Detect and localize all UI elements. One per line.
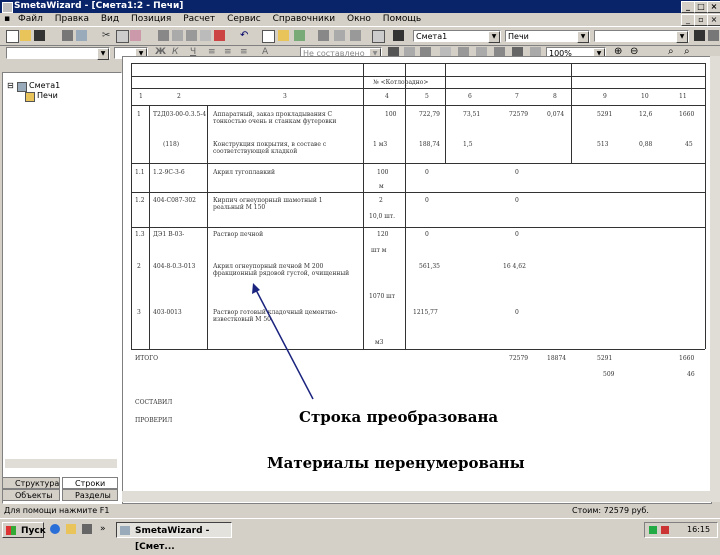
tool-icon-10[interactable] xyxy=(334,30,345,41)
estimate-icon xyxy=(17,82,27,92)
tool-icon-8[interactable] xyxy=(294,30,305,41)
clock: 16:15 xyxy=(687,525,711,534)
menu-reference[interactable]: Справочники xyxy=(273,14,336,24)
tool-icon-11[interactable] xyxy=(350,30,361,41)
tree-item-estimate[interactable]: Смета1 xyxy=(29,81,60,90)
chevron-right-icon[interactable]: » xyxy=(100,524,106,534)
section-combo[interactable]: Печи ▼ xyxy=(505,30,590,43)
tray-icon[interactable] xyxy=(649,526,657,534)
preview-icon[interactable] xyxy=(76,30,87,41)
start-button[interactable]: Пуск xyxy=(2,522,46,538)
structure-panel: ⊟ Смета1 Печи xyxy=(2,72,122,504)
doc-combo[interactable]: Смета1 ▼ xyxy=(413,30,501,43)
tray-icon[interactable] xyxy=(661,526,669,534)
vertical-scrollbar[interactable] xyxy=(710,56,720,502)
tool-icon-12[interactable] xyxy=(372,30,385,43)
tool-icon-2[interactable] xyxy=(172,30,183,41)
child-close-button[interactable]: × xyxy=(707,14,720,26)
child-restore-button[interactable]: ▫ xyxy=(694,14,708,26)
menu-edit[interactable]: Правка xyxy=(55,14,89,24)
app-icon xyxy=(2,2,13,13)
minimize-button[interactable]: _ xyxy=(681,1,695,13)
tab-sections[interactable]: Разделы xyxy=(62,489,118,501)
menu-help[interactable]: Помощь xyxy=(383,14,421,24)
horizontal-scrollbar[interactable] xyxy=(122,491,710,502)
annotation-arrow xyxy=(252,283,314,400)
status-cost: Стоим: 72579 руб. xyxy=(572,506,649,515)
app-icon xyxy=(120,526,130,535)
quicklaunch-icon[interactable] xyxy=(82,524,92,534)
status-hint: Для помощи нажмите F1 xyxy=(4,506,110,515)
system-tray: 16:15 xyxy=(644,522,718,538)
taskbar-app-button[interactable]: SmetaWizard - [Смет... xyxy=(116,522,232,552)
menu-view[interactable]: Вид xyxy=(101,14,119,24)
panel-hscroll[interactable] xyxy=(5,459,117,468)
font-combo[interactable]: ▼ xyxy=(6,47,110,60)
annotation-materials-renumbered: Материалы перенумерованы xyxy=(267,454,525,472)
title-bar: SmetaWizard - [Смета1:2 - Печи] _ □ × xyxy=(0,0,720,13)
windows-logo-icon xyxy=(6,526,16,535)
tool-icon-7[interactable] xyxy=(278,30,289,41)
tree-expander-icon[interactable]: ⊟ xyxy=(7,81,14,90)
window-title: SmetaWizard - [Смета1:2 - Печи] xyxy=(14,1,184,11)
item-combo[interactable]: ▼ xyxy=(594,30,689,43)
tool-icon-13[interactable] xyxy=(694,30,705,41)
open-icon[interactable] xyxy=(20,30,31,41)
standard-toolbar: ✂ ↶ Смета1 ▼ Печи ▼ ▼ xyxy=(0,26,720,46)
menu-service[interactable]: Сервис xyxy=(227,14,261,24)
tab-objects[interactable]: Объекты xyxy=(2,489,60,501)
menu-calc[interactable]: Расчет xyxy=(183,14,215,24)
tab-rows[interactable]: Строки xyxy=(62,477,118,489)
new-icon[interactable] xyxy=(6,30,19,43)
section-icon xyxy=(25,92,35,102)
tool-icon-3[interactable] xyxy=(186,30,197,41)
tool-icon-4[interactable] xyxy=(200,30,211,41)
menu-file[interactable]: Файл xyxy=(18,14,43,24)
status-bar: Для помощи нажмите F1 Стоим: 72579 руб. xyxy=(0,505,720,517)
tool-icon-1[interactable] xyxy=(158,30,169,41)
menu-bar: ▪ Файл Правка Вид Позиция Расчет Сервис … xyxy=(0,13,720,26)
child-minimize-button[interactable]: _ xyxy=(681,14,695,26)
tool-icon-5[interactable] xyxy=(214,30,225,41)
table-icon[interactable] xyxy=(393,30,404,41)
save-icon[interactable] xyxy=(34,30,45,41)
copy-icon[interactable] xyxy=(116,30,129,43)
undo-icon[interactable]: ↶ xyxy=(240,30,251,41)
paste-icon[interactable] xyxy=(130,30,141,41)
tool-icon-14[interactable] xyxy=(708,30,719,41)
document-view: № <Котлорадно> 1 2 3 4 5 6 7 8 9 10 11 1… xyxy=(122,56,712,504)
close-button[interactable]: × xyxy=(707,1,720,13)
tool-icon-6[interactable] xyxy=(262,30,275,43)
cut-icon[interactable]: ✂ xyxy=(102,30,113,41)
tab-structure[interactable]: Структура xyxy=(2,477,60,489)
annotation-row-converted: Строка преобразована xyxy=(299,408,499,426)
maximize-button[interactable]: □ xyxy=(694,1,708,13)
menu-window[interactable]: Окно xyxy=(347,14,371,24)
ie-icon[interactable] xyxy=(50,524,60,534)
doc-icon: ▪ xyxy=(4,14,11,24)
tree-item-section[interactable]: Печи xyxy=(37,91,58,100)
tool-icon-9[interactable] xyxy=(318,30,329,41)
taskbar: Пуск » SmetaWizard - [Смет... 16:15 xyxy=(0,518,720,552)
menu-position[interactable]: Позиция xyxy=(131,14,171,24)
print-icon[interactable] xyxy=(62,30,73,41)
quicklaunch-icon[interactable] xyxy=(66,524,76,534)
